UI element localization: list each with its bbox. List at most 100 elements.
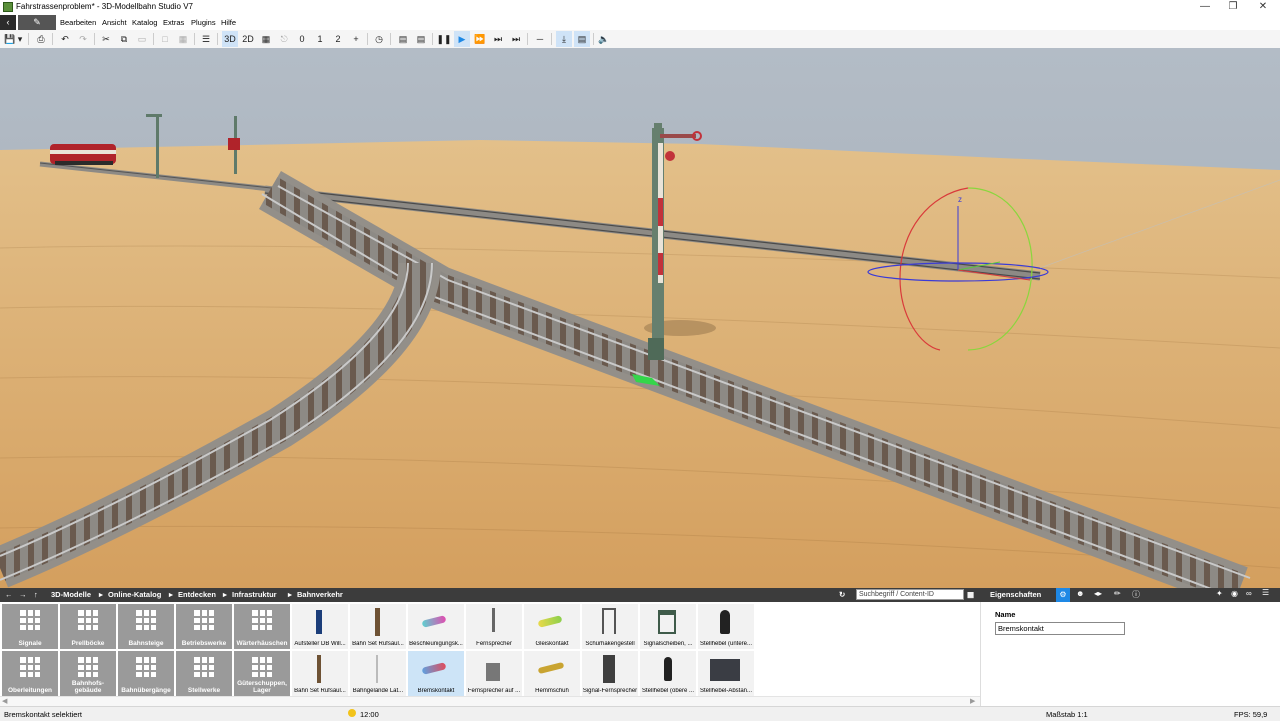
breadcrumb-online-katalog[interactable]: Online-Katalog xyxy=(108,590,161,599)
lock-icon[interactable]: ⎋ xyxy=(276,31,292,47)
pause-icon[interactable]: ❚❚ xyxy=(436,31,452,47)
menu-extras[interactable]: Extras xyxy=(163,18,184,27)
print-icon[interactable]: ⎙ xyxy=(33,31,49,47)
scene-canvas[interactable]: z xyxy=(0,48,1280,588)
copy-icon[interactable]: ⧉ xyxy=(116,31,132,47)
redo-icon[interactable]: ↷ xyxy=(75,31,91,47)
list-icon[interactable]: ▤ xyxy=(413,31,429,47)
category-bahnhofsgebaeude[interactable]: Bahnhofs-gebäude xyxy=(60,651,116,696)
speed-1-button[interactable]: 1 xyxy=(312,31,328,47)
catalog-item[interactable]: Signalscheiben, ... xyxy=(640,604,696,649)
brush-icon[interactable]: ✏ xyxy=(1114,589,1121,598)
figure-icon[interactable]: ☻ xyxy=(1076,589,1084,598)
name-field[interactable] xyxy=(995,622,1125,635)
catalog-item[interactable]: Stellhebel (obere ... xyxy=(640,651,696,696)
category-gueterschuppen[interactable]: Güterschuppen, Lager xyxy=(234,651,290,696)
fast-forward-icon[interactable]: ⏩ xyxy=(472,31,488,47)
add-icon[interactable]: + xyxy=(348,31,364,47)
snap-down-icon[interactable]: ⤓ xyxy=(556,31,572,47)
link-icon[interactable]: ∞ xyxy=(1246,589,1252,598)
category-bahnsteige[interactable]: Bahnsteige xyxy=(118,604,174,649)
catalog-item-selected[interactable]: Bremskontakt xyxy=(408,651,464,696)
catalog-item[interactable]: Schürhakengestell xyxy=(582,604,638,649)
menu-ansicht[interactable]: Ansicht xyxy=(102,18,127,27)
layers-icon[interactable]: ☰ xyxy=(198,31,214,47)
category-icon xyxy=(194,610,214,630)
item-thumbnail xyxy=(317,655,321,683)
save-dropdown-icon[interactable]: ▾ xyxy=(15,31,25,47)
catalog-item[interactable]: Bahngelände Lat... xyxy=(350,651,406,696)
category-waerterhaeuschen[interactable]: Wärterhäuschen xyxy=(234,604,290,649)
category-signale[interactable]: Signale xyxy=(2,604,58,649)
scroll-left-icon[interactable]: ◀ xyxy=(2,697,7,705)
category-prellboecke[interactable]: Prellböcke xyxy=(60,604,116,649)
menu-plugins[interactable]: Plugins xyxy=(191,18,216,27)
speed-0-button[interactable]: 0 xyxy=(294,31,310,47)
back-icon[interactable]: ‹ xyxy=(0,15,16,30)
select-all-icon[interactable]: ▦ xyxy=(175,31,191,47)
menu-bearbeiten[interactable]: Bearbeiten xyxy=(60,18,96,27)
view-3d-button[interactable]: 3D xyxy=(222,31,238,47)
select-rect-icon[interactable]: □ xyxy=(157,31,173,47)
track-icon[interactable]: ─ xyxy=(532,31,548,47)
settings-gear-icon[interactable]: ⚙ xyxy=(1056,588,1070,602)
breadcrumb-entdecken[interactable]: Entdecken xyxy=(178,590,216,599)
scroll-right-icon[interactable]: ▶ xyxy=(970,697,975,705)
menu-katalog[interactable]: Katalog xyxy=(132,18,157,27)
catalog-item[interactable]: Beschleunigungsk... xyxy=(408,604,464,649)
category-stellwerke[interactable]: Stellwerke xyxy=(176,651,232,696)
properties-header: Eigenschaften ⚙ ☻ ◂▸ ✏ ⓘ ✦ ◉ ∞ ☰ xyxy=(980,588,1280,602)
item-thumbnail xyxy=(664,657,672,681)
skip-end-icon[interactable]: ⏭ xyxy=(508,31,524,47)
back-arrow-icon[interactable]: ← xyxy=(5,590,13,599)
paste-icon[interactable]: ▭ xyxy=(134,31,150,47)
catalog-item[interactable]: Bahn Set Rufsäul... xyxy=(292,651,348,696)
grid-icon[interactable]: ▦ xyxy=(258,31,274,47)
close-button[interactable]: ✕ xyxy=(1248,0,1278,15)
hamburger-menu-icon[interactable]: ☰ xyxy=(1262,588,1269,597)
catalog-item[interactable]: Hemmschuh xyxy=(524,651,580,696)
catalog-item[interactable]: Gleiskontakt xyxy=(524,604,580,649)
refresh-icon[interactable]: ↻ xyxy=(839,590,845,599)
menu-hilfe[interactable]: Hilfe xyxy=(221,18,236,27)
faster-forward-icon[interactable]: ⏭ xyxy=(490,31,506,47)
forward-arrow-icon[interactable]: → xyxy=(19,590,27,599)
catalog-item[interactable]: Bahn Set Rufsäul... xyxy=(350,604,406,649)
clock-icon[interactable]: ◷ xyxy=(371,31,387,47)
minimize-button[interactable]: — xyxy=(1190,0,1220,15)
catalog-item[interactable]: Aufsteller DB Will... xyxy=(292,604,348,649)
view-2d-button[interactable]: 2D xyxy=(240,31,256,47)
breadcrumb-bahnverkehr[interactable]: Bahnverkehr xyxy=(297,590,343,599)
up-arrow-icon[interactable]: ↑ xyxy=(34,590,38,599)
catalog-item[interactable]: Stellhebel (untere... xyxy=(698,604,754,649)
search-input[interactable]: Suchbegriff / Content-ID xyxy=(856,589,964,600)
catalog-item[interactable]: Stellhebel-Abstan... xyxy=(698,651,754,696)
undo-icon[interactable]: ↶ xyxy=(57,31,73,47)
code-arrows-icon[interactable]: ◂▸ xyxy=(1094,589,1102,598)
pin-icon[interactable]: ✦ xyxy=(1216,589,1223,598)
event-icon[interactable]: ▤ xyxy=(395,31,411,47)
item-thumbnail xyxy=(537,615,563,628)
info-icon[interactable]: ⓘ xyxy=(1132,589,1140,600)
play-icon[interactable]: ▶ xyxy=(454,31,470,47)
grid-view-icon[interactable]: ▦ xyxy=(967,590,974,599)
category-betriebswerke[interactable]: Betriebswerke xyxy=(176,604,232,649)
catalog-item[interactable]: Signal-Fernsprecher xyxy=(582,651,638,696)
catalog-item[interactable]: Fernsprecher xyxy=(466,604,522,649)
3d-viewport[interactable]: z xyxy=(0,48,1280,588)
breadcrumb-infrastruktur[interactable]: Infrastruktur xyxy=(232,590,277,599)
sound-icon[interactable]: 🔈 xyxy=(596,31,612,47)
snap-track-icon[interactable]: ▤ xyxy=(574,31,590,47)
speed-2-button[interactable]: 2 xyxy=(330,31,346,47)
time-display[interactable]: 12:00 xyxy=(360,710,379,719)
edit-mode-icon[interactable]: ✎ xyxy=(18,15,56,30)
category-oberleitungen[interactable]: Oberleitungen xyxy=(2,651,58,696)
eye-icon[interactable]: ◉ xyxy=(1231,589,1238,598)
item-thumbnail xyxy=(603,655,615,683)
cut-icon[interactable]: ✂ xyxy=(98,31,114,47)
breadcrumb-3d-modelle[interactable]: 3D-Modelle xyxy=(51,590,91,599)
locomotive[interactable] xyxy=(50,144,116,165)
category-bahnuebergaenge[interactable]: Bahnübergänge xyxy=(118,651,174,696)
maximize-button[interactable]: ❐ xyxy=(1218,0,1248,15)
catalog-item[interactable]: Fernsprecher auf ... xyxy=(466,651,522,696)
